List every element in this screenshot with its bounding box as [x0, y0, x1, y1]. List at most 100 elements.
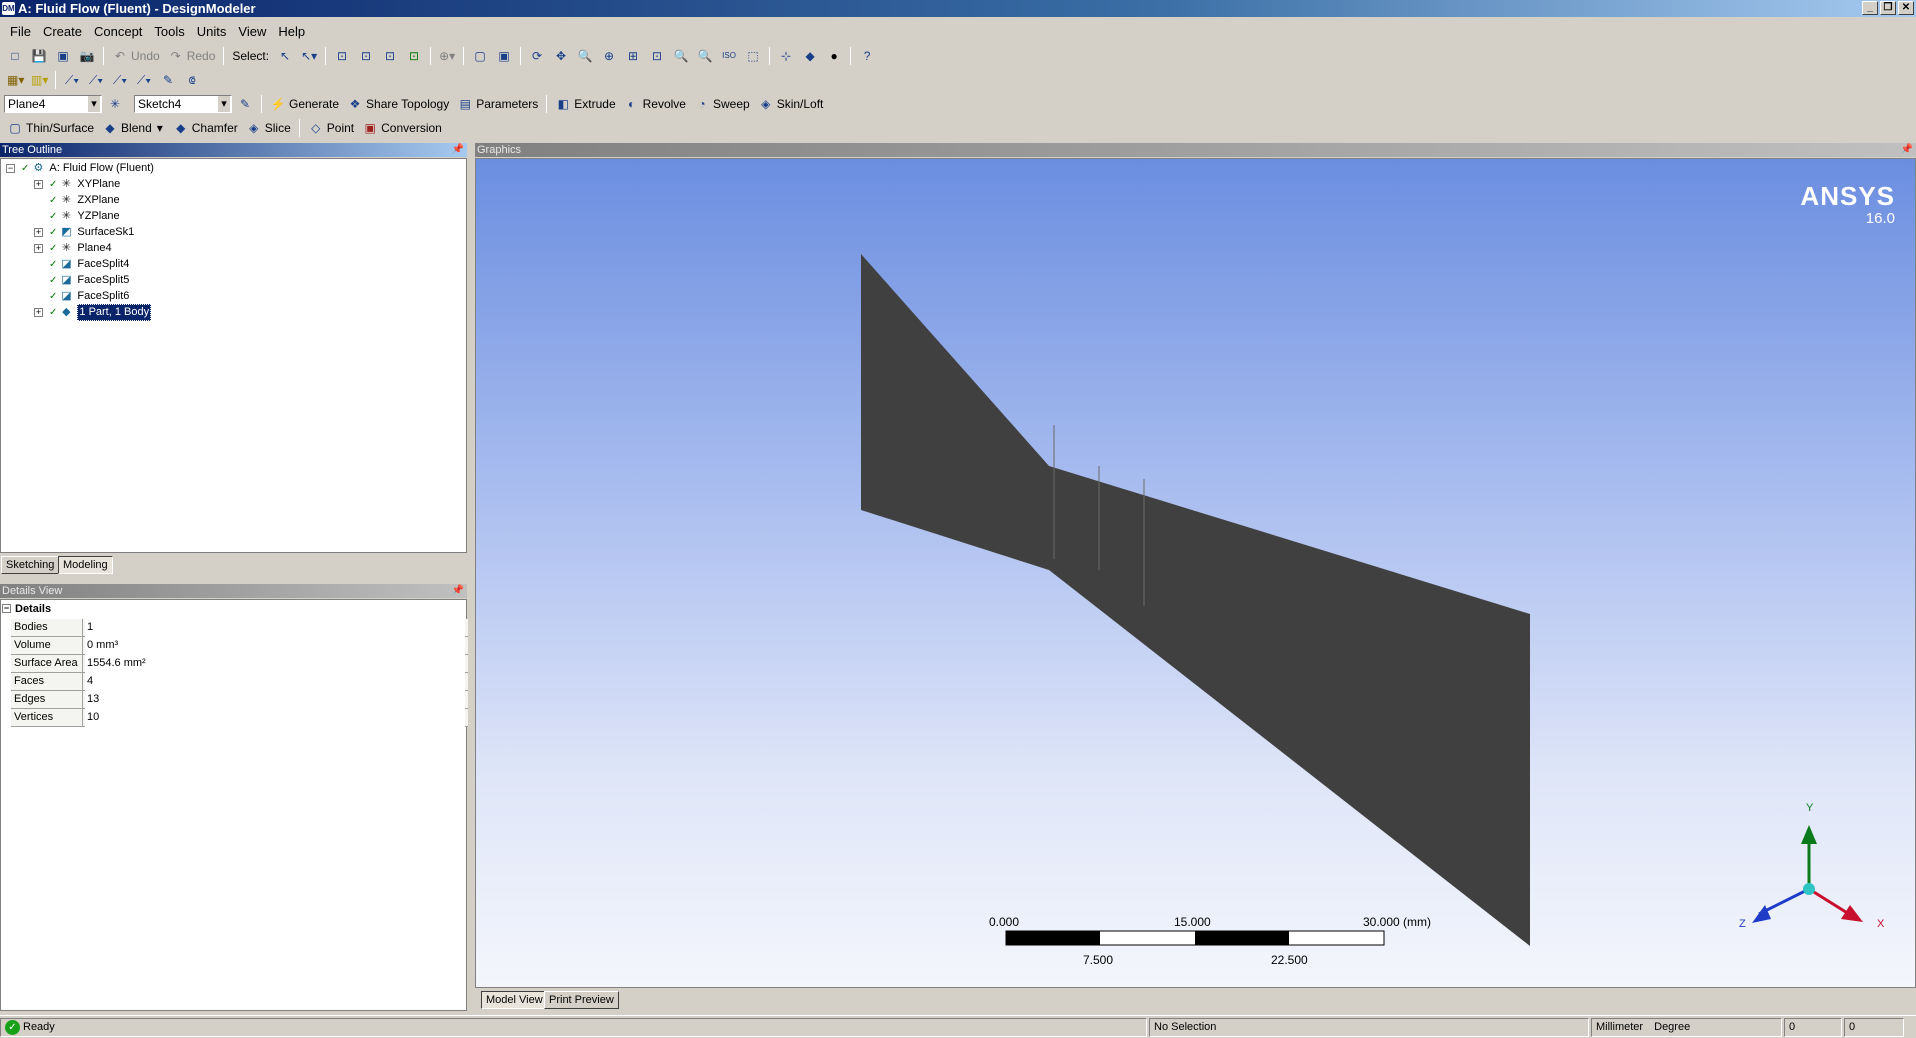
point-button[interactable]: ◇ Point — [305, 117, 357, 139]
parameters-button[interactable]: ▤ Parameters — [454, 93, 541, 115]
plane-from-axis-button[interactable]: ⟋▾ — [133, 69, 155, 91]
share-topology-button[interactable]: ❖ Share Topology — [344, 93, 452, 115]
tree-item[interactable]: ✓ ◪ FaceSplit4 — [34, 257, 129, 272]
undo-label: Undo — [131, 49, 160, 63]
tab-model-view[interactable]: Model View — [481, 991, 548, 1009]
tree-item[interactable]: ✓ ✳ ZXPlane — [34, 193, 120, 208]
skin-loft-button[interactable]: ◈ Skin/Loft — [755, 93, 827, 115]
tree-item[interactable]: ✓ ✳ YZPlane — [34, 209, 120, 224]
tab-modeling[interactable]: Modeling — [58, 556, 113, 574]
conversion-button[interactable]: ▣ Conversion — [359, 117, 445, 139]
save-as-button[interactable]: ▣ — [52, 45, 74, 67]
tree-item[interactable]: + ✓ ◩ SurfaceSk1 — [34, 225, 134, 240]
help-button[interactable]: ? — [856, 45, 878, 67]
collapse-icon[interactable]: − — [6, 164, 15, 173]
expand-icon[interactable]: + — [34, 228, 43, 237]
pan-button[interactable]: ✥ — [550, 45, 572, 67]
tree-item[interactable]: ✓ ◪ FaceSplit6 — [34, 289, 129, 304]
expand-icon[interactable]: + — [34, 180, 43, 189]
plane-combo[interactable]: Plane4 — [4, 95, 102, 113]
rotate-button[interactable]: ⟳ — [526, 45, 548, 67]
collapse-icon[interactable]: − — [2, 604, 11, 613]
extend-selection-button[interactable]: ⊕▾ — [436, 45, 458, 67]
tree-root[interactable]: − ✓ ⚙ A: Fluid Flow (Fluent) — [6, 161, 154, 176]
expand-icon[interactable]: + — [34, 244, 43, 253]
display-bars-button[interactable]: ▥▾ — [28, 69, 50, 91]
tree-item-label: ZXPlane — [77, 194, 120, 206]
zoom-in-button[interactable]: ⊕ — [598, 45, 620, 67]
menu-file[interactable]: File — [4, 24, 37, 39]
menu-tools[interactable]: Tools — [148, 24, 190, 39]
zoom-box-button[interactable]: ⊞ — [622, 45, 644, 67]
new-plane-tool-button[interactable]: ✳ — [104, 93, 126, 115]
menu-units[interactable]: Units — [191, 24, 233, 39]
extrude-button[interactable]: ◧ Extrude — [552, 93, 618, 115]
iso-view-button[interactable]: ISO — [718, 45, 740, 67]
tree-item[interactable]: + ✓ ◆ 1 Part, 1 Body — [34, 304, 152, 321]
sweep-icon: ◔ — [698, 97, 706, 111]
sketch-combo[interactable]: Sketch4 — [134, 95, 232, 113]
menu-help[interactable]: Help — [272, 24, 311, 39]
display-mode-button[interactable]: ◆ — [799, 45, 821, 67]
plane-from-edge-button[interactable]: ⟋▾ — [85, 69, 107, 91]
select-filter-button[interactable]: ↖▾ — [298, 45, 320, 67]
tree-item[interactable]: ✓ ◪ FaceSplit5 — [34, 273, 129, 288]
select-mode-button[interactable]: ↖ — [274, 45, 296, 67]
thin-surface-button[interactable]: ▢ Thin/Surface — [4, 117, 97, 139]
revolve-button[interactable]: ◐ Revolve — [621, 93, 689, 115]
menu-create[interactable]: Create — [37, 24, 88, 39]
select-bodies-button[interactable]: ⊡ — [403, 45, 425, 67]
tree-item[interactable]: + ✓ ✳ Plane4 — [34, 241, 112, 256]
box-select-button[interactable]: ▣ — [493, 45, 515, 67]
new-sketch-button[interactable]: ⟃ — [181, 69, 203, 91]
select-edges-button[interactable]: ⊡ — [355, 45, 377, 67]
select-faces-button[interactable]: ⊡ — [379, 45, 401, 67]
select-points-button[interactable]: ⊡ — [331, 45, 353, 67]
tab-print-preview[interactable]: Print Preview — [544, 991, 619, 1009]
share-topology-icon: ❖ — [349, 97, 361, 111]
details-section-header[interactable]: − Details — [1, 601, 51, 617]
close-button[interactable]: ✕ — [1898, 1, 1914, 15]
expand-icon[interactable]: + — [34, 308, 43, 317]
menu-view[interactable]: View — [232, 24, 272, 39]
model-canvas[interactable]: 0.000 15.000 30.000 (mm) 7.500 22.500 Y … — [476, 159, 1916, 988]
undo-button[interactable]: ↶ Undo — [109, 45, 163, 67]
zoom-prev-button[interactable]: 🔍 — [670, 45, 692, 67]
details-key: Vertices — [11, 709, 83, 727]
plane-from-point-button[interactable]: ⟋▾ — [109, 69, 131, 91]
new-button[interactable]: □ — [4, 45, 26, 67]
new-sketch-tool-button[interactable]: ✎ — [234, 93, 256, 115]
chamfer-button[interactable]: ◆ Chamfer — [170, 117, 241, 139]
redo-button[interactable]: ↷ Redo — [165, 45, 219, 67]
sweep-button[interactable]: ◔ Sweep — [691, 93, 753, 115]
zoom-button[interactable]: 🔍 — [574, 45, 596, 67]
details-key: Bodies — [11, 619, 83, 637]
screenshot-button[interactable]: 📷 — [76, 45, 98, 67]
new-plane-button[interactable]: ✎ — [157, 69, 179, 91]
plane-from-face-button[interactable]: ⟋▾ — [61, 69, 83, 91]
blend-button[interactable]: ◆ Blend ▾ — [99, 117, 168, 139]
triad-toggle-button[interactable]: ⊹ — [775, 45, 797, 67]
model-body[interactable] — [861, 254, 1530, 946]
scale-label-22-5: 22.500 — [1271, 953, 1308, 967]
tab-sketching[interactable]: Sketching — [1, 556, 60, 574]
save-button[interactable]: 💾 — [28, 45, 50, 67]
display-toggle-button[interactable]: ▦▾ — [4, 69, 26, 91]
zoom-next-button[interactable]: 🔍 — [694, 45, 716, 67]
look-at-button[interactable]: ⬚ — [742, 45, 764, 67]
slice-button[interactable]: ◈ Slice — [243, 117, 294, 139]
pin-icon[interactable]: 📌 — [452, 584, 464, 598]
tree-item[interactable]: + ✓ ✳ XYPlane — [34, 177, 120, 192]
blend-icon: ◆ — [105, 121, 115, 135]
pin-icon[interactable]: 📌 — [452, 143, 464, 157]
display-points-button[interactable]: ● — [823, 45, 845, 67]
pin-icon[interactable]: 📌 — [1901, 143, 1913, 157]
restore-button[interactable]: ❐ — [1880, 1, 1896, 15]
check-icon: ✓ — [49, 275, 58, 286]
generate-button[interactable]: ⚡ Generate — [267, 93, 342, 115]
zoom-fit-button[interactable]: ⊡ — [646, 45, 668, 67]
graphics-viewport[interactable]: ANSYS 16.0 0.000 15.000 30.000 (mm) 7.50… — [475, 158, 1916, 988]
menu-concept[interactable]: Concept — [88, 24, 148, 39]
minimize-button[interactable]: _ — [1862, 1, 1878, 15]
select-all-button[interactable]: ▢ — [469, 45, 491, 67]
